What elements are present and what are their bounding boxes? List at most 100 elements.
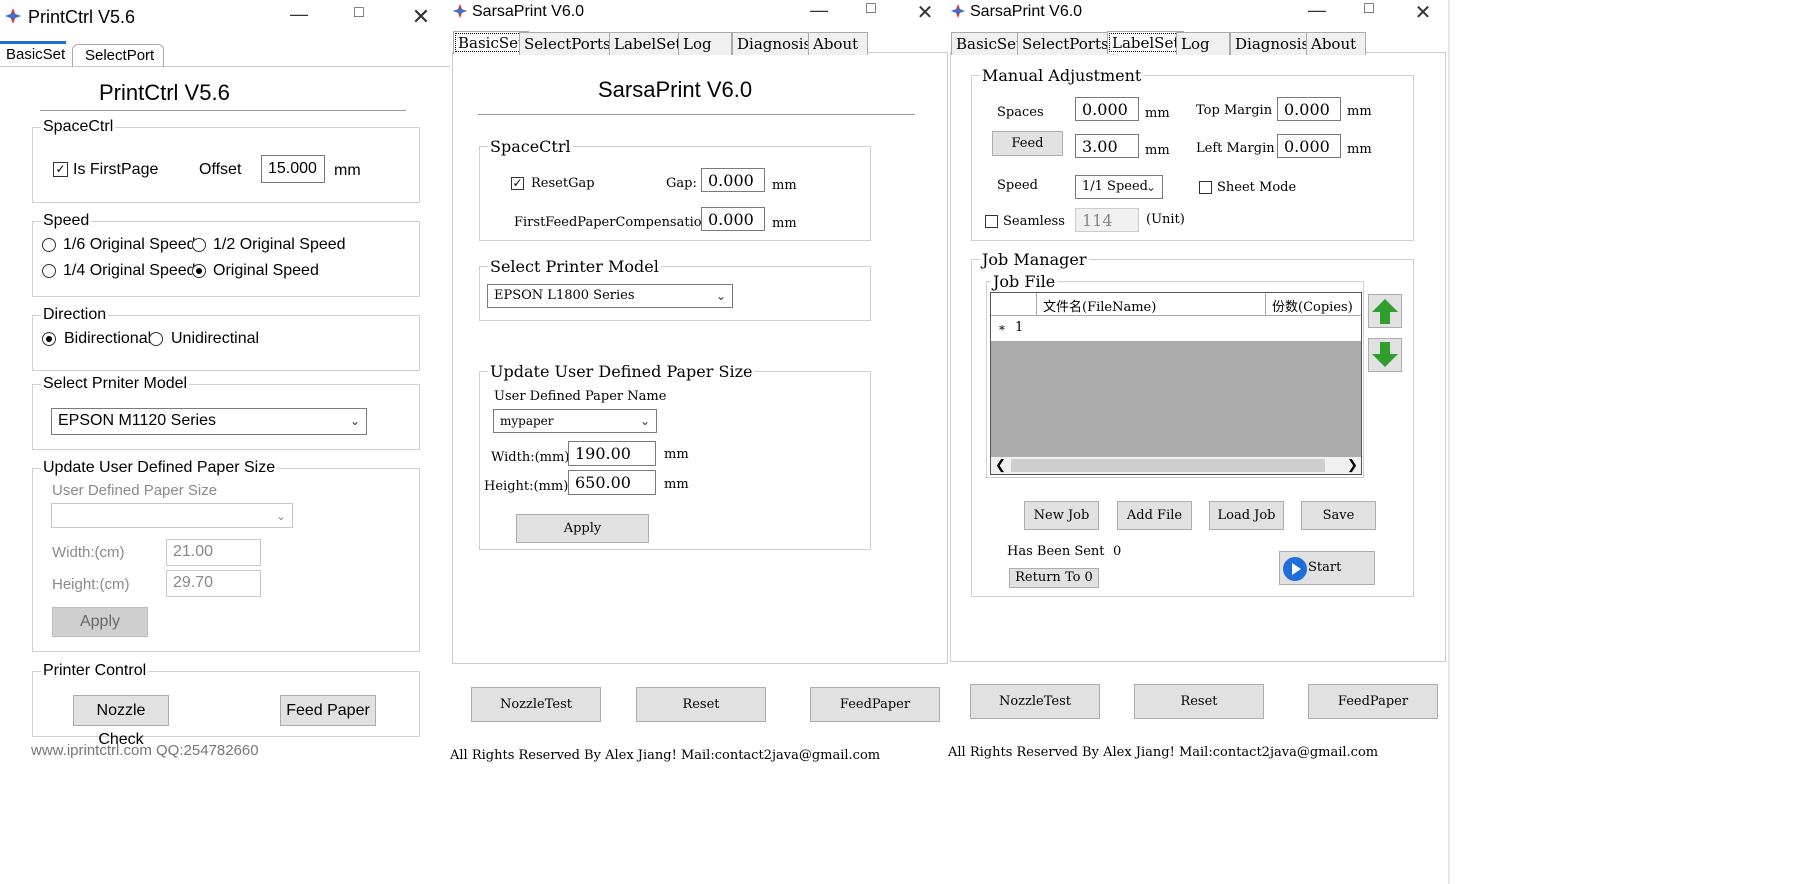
tab-about[interactable]: About <box>808 32 868 55</box>
paper-name-label: User Defined Paper Name <box>494 389 667 404</box>
seamless-input[interactable]: 114 <box>1075 208 1139 232</box>
reset-button[interactable]: Reset <box>1134 684 1264 719</box>
speed-select[interactable]: 1/1 Speed ⌄ <box>1075 175 1163 199</box>
offset-unit: mm <box>334 162 361 179</box>
title-bar[interactable]: PrintCtrl V5.6 — □ ✕ <box>0 0 450 30</box>
app-logo-icon <box>950 3 966 19</box>
start-button[interactable]: Start <box>1279 551 1375 585</box>
tab-basicset[interactable]: BasicSet <box>6 46 65 63</box>
scroll-right-icon[interactable]: ❯ <box>1347 457 1358 473</box>
scroll-thumb[interactable] <box>1011 459 1325 472</box>
spaces-input[interactable]: 0.000 <box>1075 97 1139 121</box>
maximize-button[interactable]: □ <box>344 4 374 28</box>
speed-original-radio[interactable] <box>192 264 206 278</box>
page-title: PrintCtrl V5.6 <box>99 80 230 105</box>
nozzle-check-button[interactable]: Nozzle Check <box>73 695 169 748</box>
apply-button[interactable]: Apply <box>52 607 148 637</box>
width-input[interactable]: 190.00 <box>568 441 656 466</box>
resetgap-checkbox[interactable]: ✓ <box>511 177 524 190</box>
sheet-mode-checkbox[interactable] <box>1199 181 1212 194</box>
job-file-grid[interactable]: 文件名(FileName) 份数(Copies) * 1 ❮ ❯ <box>990 292 1362 475</box>
has-been-sent-value: 0 <box>1113 544 1122 559</box>
feed-button[interactable]: Feed <box>992 131 1063 156</box>
row-marker: * <box>999 323 1005 337</box>
tab-diagnosis[interactable]: Diagnosis <box>1230 32 1315 55</box>
start-label: Start <box>1308 560 1342 575</box>
tab-selectport[interactable]: SelectPort <box>72 44 164 67</box>
gap-label: Gap: <box>666 176 697 191</box>
tab-labelset[interactable]: LabelSet <box>1107 31 1185 54</box>
speed-1-4-label: 1/4 Original Speed <box>63 262 196 279</box>
apply-button[interactable]: Apply <box>516 514 649 543</box>
tab-selectports[interactable]: SelectPorts <box>519 32 616 55</box>
table-row[interactable]: * 1 <box>991 316 1361 342</box>
feed-paper-button[interactable]: FeedPaper <box>810 687 940 722</box>
tab-labelset[interactable]: LabelSet <box>609 32 687 55</box>
title-bar[interactable]: SarsaPrint V6.0 — □ ✕ <box>948 0 1450 30</box>
offset-input[interactable]: 15.000 <box>261 155 325 183</box>
column-filename[interactable]: 文件名(FileName) <box>1043 296 1156 315</box>
paper-label: Update User Defined Paper Size <box>41 459 278 477</box>
tab-basicset[interactable]: BasicSet <box>453 31 530 54</box>
nozzle-test-button[interactable]: NozzleTest <box>970 684 1100 719</box>
bidirectional-radio[interactable] <box>42 332 56 346</box>
resetgap-label: ResetGap <box>531 176 595 191</box>
sheet-mode-label: Sheet Mode <box>1217 180 1297 195</box>
paper-name-select[interactable]: mypaper ⌄ <box>493 409 657 433</box>
close-button[interactable]: ✕ <box>1408 0 1438 24</box>
speed-group: Speed <box>32 212 420 297</box>
height-input[interactable]: 29.70 <box>166 570 261 597</box>
height-input[interactable]: 650.00 <box>568 470 656 495</box>
close-button[interactable]: ✕ <box>406 4 436 29</box>
move-down-button[interactable] <box>1368 338 1402 372</box>
horizontal-scrollbar[interactable]: ❮ ❯ <box>991 457 1361 474</box>
tab-selectports[interactable]: SelectPorts <box>1017 32 1114 55</box>
minimize-button[interactable]: — <box>284 4 314 28</box>
printer-model-select[interactable]: EPSON M1120 Series ⌄ <box>51 408 367 435</box>
tab-log[interactable]: Log <box>1176 32 1230 55</box>
maximize-button[interactable]: □ <box>1354 0 1384 24</box>
speed-original-label: Original Speed <box>213 262 319 279</box>
minimize-button[interactable]: — <box>1302 0 1332 24</box>
chevron-down-icon: ⌄ <box>639 414 650 428</box>
add-file-button[interactable]: Add File <box>1117 501 1192 530</box>
ffpc-input[interactable]: 0.000 <box>701 207 765 231</box>
is-firstpage-checkbox[interactable]: ✓ <box>53 162 68 177</box>
minimize-button[interactable]: — <box>804 0 834 24</box>
close-button[interactable]: ✕ <box>910 0 940 24</box>
speed-1-4-radio[interactable] <box>42 264 56 278</box>
feed-input[interactable]: 3.00 <box>1075 134 1139 158</box>
paper-size-select[interactable]: ⌄ <box>51 503 293 528</box>
return-to-0-button[interactable]: Return To 0 <box>1009 568 1099 588</box>
tab-basicset[interactable]: BasicSet <box>951 32 1028 55</box>
gap-input[interactable]: 0.000 <box>701 168 765 192</box>
feed-paper-button[interactable]: Feed Paper <box>280 695 376 726</box>
scroll-left-icon[interactable]: ❮ <box>995 457 1006 473</box>
job-file-label: Job File <box>991 272 1058 291</box>
top-margin-input[interactable]: 0.000 <box>1277 97 1341 121</box>
save-button[interactable]: Save <box>1301 501 1376 530</box>
maximize-button[interactable]: □ <box>856 0 886 24</box>
speed-1-6-radio[interactable] <box>42 238 56 252</box>
direction-label: Direction <box>41 306 109 324</box>
left-margin-input[interactable]: 0.000 <box>1277 134 1341 158</box>
speed-1-2-radio[interactable] <box>192 238 206 252</box>
width-input[interactable]: 21.00 <box>166 539 261 566</box>
speed-1-6-label: 1/6 Original Speed <box>63 236 196 253</box>
tab-log[interactable]: Log <box>678 32 732 55</box>
tab-about[interactable]: About <box>1306 32 1366 55</box>
reset-button[interactable]: Reset <box>636 687 766 722</box>
column-copies[interactable]: 份数(Copies) <box>1272 296 1353 315</box>
tab-diagnosis[interactable]: Diagnosis <box>732 32 817 55</box>
printer-model-select[interactable]: EPSON L1800 Series ⌄ <box>487 284 733 308</box>
spaces-label: Spaces <box>997 105 1044 120</box>
move-up-button[interactable] <box>1368 294 1402 328</box>
nozzle-test-button[interactable]: NozzleTest <box>471 687 601 722</box>
unidirectional-radio[interactable] <box>149 332 163 346</box>
new-job-button[interactable]: New Job <box>1024 501 1099 530</box>
left-margin-label: Left Margin <box>1196 141 1275 156</box>
seamless-checkbox[interactable] <box>985 215 998 228</box>
load-job-button[interactable]: Load Job <box>1209 501 1284 530</box>
title-bar[interactable]: SarsaPrint V6.0 — □ ✕ <box>450 0 950 30</box>
feed-paper-button[interactable]: FeedPaper <box>1308 684 1438 719</box>
